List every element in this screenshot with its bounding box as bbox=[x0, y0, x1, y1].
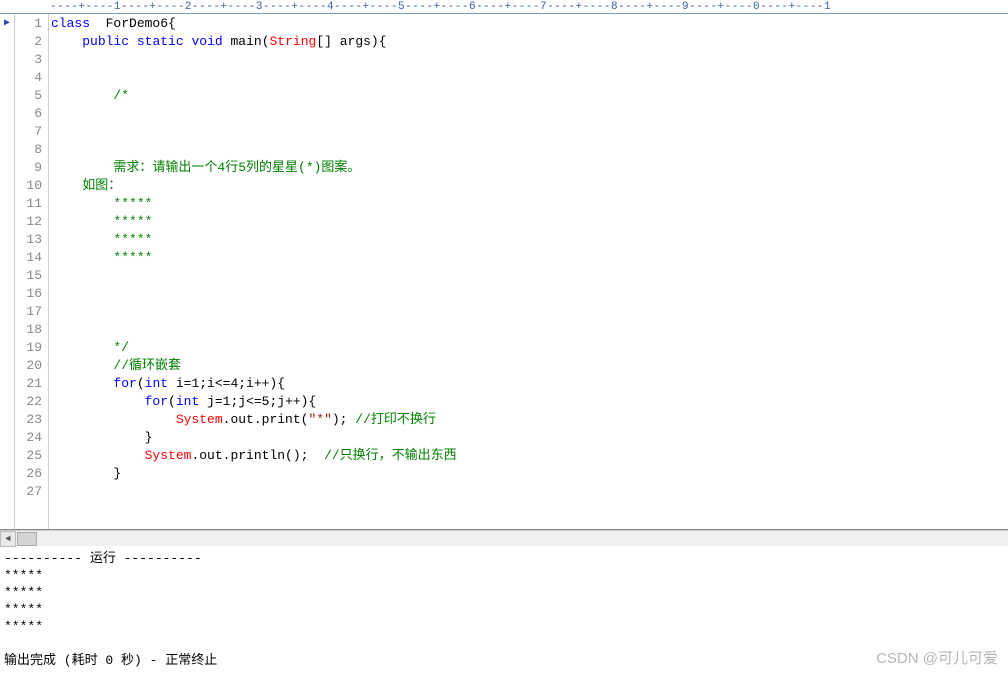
line-number: 8 bbox=[15, 141, 42, 159]
code-line[interactable]: } bbox=[51, 465, 1008, 483]
scroll-left-arrow-icon[interactable]: ◄ bbox=[0, 531, 16, 547]
line-number: 16 bbox=[15, 285, 42, 303]
horizontal-scrollbar[interactable]: ◄ bbox=[0, 530, 1008, 546]
code-line[interactable]: 如图： bbox=[51, 177, 1008, 195]
line-number: 9 bbox=[15, 159, 42, 177]
bookmark-icon[interactable]: ▶ bbox=[0, 15, 14, 33]
line-number: 14 bbox=[15, 249, 42, 267]
code-line[interactable] bbox=[51, 141, 1008, 159]
line-number: 4 bbox=[15, 69, 42, 87]
code-line[interactable] bbox=[51, 51, 1008, 69]
line-number: 22 bbox=[15, 393, 42, 411]
line-number: 11 bbox=[15, 195, 42, 213]
code-line[interactable] bbox=[51, 69, 1008, 87]
code-line[interactable]: ***** bbox=[51, 195, 1008, 213]
line-number: 17 bbox=[15, 303, 42, 321]
code-line[interactable]: } bbox=[51, 429, 1008, 447]
line-number: 7 bbox=[15, 123, 42, 141]
line-number: 18 bbox=[15, 321, 42, 339]
code-line[interactable]: ***** bbox=[51, 231, 1008, 249]
line-number: 12 bbox=[15, 213, 42, 231]
line-number: 24 bbox=[15, 429, 42, 447]
code-line[interactable] bbox=[51, 267, 1008, 285]
code-line[interactable] bbox=[51, 303, 1008, 321]
code-line[interactable]: 需求：请输出一个4行5列的星星(*)图案。 bbox=[51, 159, 1008, 177]
code-line[interactable]: ***** bbox=[51, 213, 1008, 231]
code-line[interactable]: */ bbox=[51, 339, 1008, 357]
code-line[interactable]: class ForDemo6{ bbox=[51, 15, 1008, 33]
line-number: 2 bbox=[15, 33, 42, 51]
column-ruler: ----+----1----+----2----+----3----+----4… bbox=[0, 0, 1008, 14]
code-line[interactable]: //循环嵌套 bbox=[51, 357, 1008, 375]
line-number: 23 bbox=[15, 411, 42, 429]
line-number: 6 bbox=[15, 105, 42, 123]
output-console[interactable]: ---------- 运行 ---------- ***** ***** ***… bbox=[0, 546, 1008, 690]
code-editor[interactable]: class ForDemo6{ public static void main(… bbox=[49, 14, 1008, 529]
line-number: 3 bbox=[15, 51, 42, 69]
code-line[interactable]: for(int i=1;i<=4;i++){ bbox=[51, 375, 1008, 393]
code-line[interactable]: ***** bbox=[51, 249, 1008, 267]
code-line[interactable]: for(int j=1;j<=5;j++){ bbox=[51, 393, 1008, 411]
line-number: 10 bbox=[15, 177, 42, 195]
code-line[interactable] bbox=[51, 321, 1008, 339]
scroll-thumb[interactable] bbox=[17, 532, 37, 546]
code-line[interactable]: System.out.println(); //只换行，不输出东西 bbox=[51, 447, 1008, 465]
code-line[interactable] bbox=[51, 483, 1008, 501]
line-number: 1 bbox=[15, 15, 42, 33]
line-number: 5 bbox=[15, 87, 42, 105]
code-line[interactable]: /* bbox=[51, 87, 1008, 105]
line-number: 15 bbox=[15, 267, 42, 285]
code-line[interactable] bbox=[51, 285, 1008, 303]
line-number-gutter: 1234567891011121314151617181920212223242… bbox=[15, 14, 49, 529]
code-line[interactable]: System.out.print("*"); //打印不换行 bbox=[51, 411, 1008, 429]
marker-gutter: ▶ bbox=[0, 14, 15, 529]
line-number: 13 bbox=[15, 231, 42, 249]
line-number: 20 bbox=[15, 357, 42, 375]
code-line[interactable]: public static void main(String[] args){ bbox=[51, 33, 1008, 51]
editor-pane: ▶ 12345678910111213141516171819202122232… bbox=[0, 14, 1008, 530]
code-line[interactable] bbox=[51, 105, 1008, 123]
line-number: 26 bbox=[15, 465, 42, 483]
line-number: 25 bbox=[15, 447, 42, 465]
line-number: 27 bbox=[15, 483, 42, 501]
line-number: 19 bbox=[15, 339, 42, 357]
line-number: 21 bbox=[15, 375, 42, 393]
code-line[interactable] bbox=[51, 123, 1008, 141]
